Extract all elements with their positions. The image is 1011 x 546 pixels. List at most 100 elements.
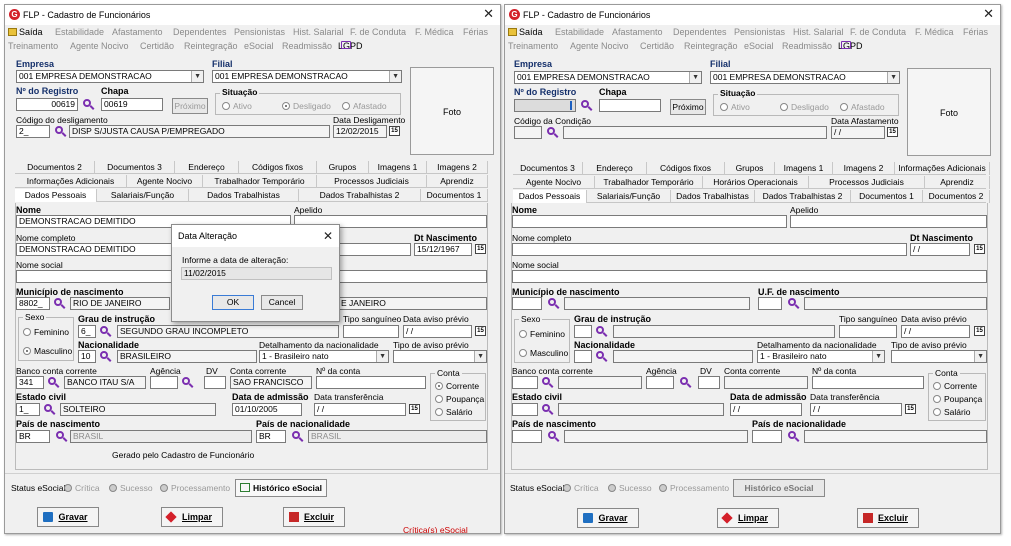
menu-hist-salarial[interactable]: Hist. Salarial — [293, 27, 344, 37]
poupanca-radio[interactable] — [933, 395, 941, 403]
tab-imagens-2[interactable]: Imagens 2 — [833, 162, 895, 175]
salario-radio[interactable] — [435, 408, 443, 416]
search-icon[interactable] — [788, 298, 796, 306]
search-icon[interactable] — [548, 431, 556, 439]
tab-dados-trabalhistas[interactable]: Dados Trabalhistas — [189, 189, 299, 202]
banco-code-input[interactable] — [512, 376, 538, 389]
menu-treinamento[interactable]: Treinamento — [8, 41, 58, 51]
agencia-input[interactable] — [646, 376, 674, 389]
search-icon[interactable] — [100, 326, 108, 334]
historico-esocial-button[interactable]: Histórico eSocial — [235, 479, 327, 497]
menu-agente-nocivo[interactable]: Agente Nocivo — [570, 41, 629, 51]
afastado-radio[interactable] — [342, 102, 350, 110]
search-icon[interactable] — [548, 298, 556, 306]
nr-registro-input[interactable]: 00619 — [16, 98, 78, 111]
processamento-radio[interactable] — [160, 484, 168, 492]
chapa-input[interactable]: 00619 — [101, 98, 163, 111]
menu-ferias[interactable]: Férias — [463, 27, 488, 37]
tab-documentos-3[interactable]: Documentos 3 — [513, 162, 583, 175]
estado-code-input[interactable] — [512, 403, 538, 416]
menu-pensionistas[interactable]: Pensionistas — [234, 27, 285, 37]
tab-documentos-3[interactable]: Documentos 3 — [95, 161, 175, 174]
menu-f-conduta[interactable]: F. de Conduta — [850, 27, 906, 37]
search-icon[interactable] — [182, 377, 190, 385]
criticas-esocial-link[interactable]: Crítica(s) eSocial — [403, 525, 468, 533]
tipo-sanguineo-input[interactable] — [343, 325, 399, 338]
tab-codigos-fixos[interactable]: Códigos fixos — [647, 162, 725, 175]
tab-informacoes-adicionais[interactable]: Informações Adicionais — [895, 162, 990, 175]
tab-salariais-funcao[interactable]: Salariais/Função — [97, 189, 189, 202]
tab-imagens-1[interactable]: Imagens 1 — [775, 162, 833, 175]
nome-social-input[interactable] — [512, 270, 987, 283]
tab-informacoes-adicionais[interactable]: Informações Adicionais — [15, 175, 127, 188]
menu-treinamento[interactable]: Treinamento — [508, 41, 558, 51]
search-icon[interactable] — [542, 404, 550, 412]
calendar-icon[interactable]: 15 — [475, 244, 486, 254]
foto-box[interactable]: Foto — [907, 68, 991, 156]
afastado-radio[interactable] — [840, 103, 848, 111]
pais-nasc-code-input[interactable]: BR — [16, 430, 50, 443]
menu-dependentes[interactable]: Dependentes — [673, 27, 727, 37]
filial-select[interactable]: 001 EMPRESA DEMONSTRACAO ▼ — [212, 70, 402, 83]
data-aviso-input[interactable]: / / — [901, 325, 970, 338]
banco-code-input[interactable]: 341 — [16, 376, 44, 389]
proximo-button[interactable]: Próximo — [670, 99, 706, 115]
sucesso-radio[interactable] — [109, 484, 117, 492]
search-icon[interactable] — [100, 351, 108, 359]
pais-nasc-code-input[interactable] — [512, 430, 542, 443]
menu-reintegracao[interactable]: Reintegração — [684, 41, 738, 51]
empresa-select[interactable]: 001 EMPRESA DEMONSTRACAO ▼ — [514, 71, 702, 84]
corrente-radio[interactable] — [933, 382, 941, 390]
estado-code-input[interactable]: 1_ — [16, 403, 40, 416]
tab-imagens-1[interactable]: Imagens 1 — [369, 161, 427, 174]
menu-afastamento[interactable]: Afastamento — [112, 27, 163, 37]
nr-conta-input[interactable] — [812, 376, 924, 389]
calendar-icon[interactable]: 15 — [974, 326, 985, 336]
search-icon[interactable] — [788, 431, 796, 439]
data-admissao-input[interactable]: 01/10/2005 — [232, 403, 302, 416]
data-desligamento-input[interactable]: 12/02/2015 — [333, 125, 387, 138]
search-icon[interactable] — [596, 351, 604, 359]
tipo-aviso-select[interactable]: ▼ — [891, 350, 987, 363]
tab-dados-trabalhistas[interactable]: Dados Trabalhistas — [671, 190, 755, 203]
agencia-input[interactable] — [150, 376, 178, 389]
limpar-button[interactable]: Limpar — [161, 507, 223, 527]
menu-dependentes[interactable]: Dependentes — [173, 27, 227, 37]
calendar-icon[interactable]: 15 — [475, 326, 486, 336]
tab-salariais-funcao[interactable]: Salariais/Função — [587, 190, 671, 203]
cod-desligamento-input[interactable]: 2_ — [16, 125, 50, 138]
tipo-aviso-select[interactable]: ▼ — [393, 350, 487, 363]
municipio-code-input[interactable]: 8802_ — [16, 297, 50, 310]
search-icon[interactable] — [581, 100, 589, 108]
calendar-icon[interactable]: 15 — [409, 404, 420, 414]
tab-dados-pessoais[interactable]: Dados Pessoais — [513, 190, 587, 203]
data-transferencia-input[interactable]: / / — [810, 403, 902, 416]
masculino-radio[interactable] — [23, 347, 31, 355]
tab-horarios-operacionais[interactable]: Horários Operacionais — [703, 176, 809, 189]
menu-f-medica[interactable]: F. Médica — [915, 27, 954, 37]
close-icon[interactable]: ✕ — [483, 7, 494, 21]
menu-esocial[interactable]: eSocial — [244, 41, 274, 51]
desligado-radio[interactable] — [282, 102, 290, 110]
menu-afastamento[interactable]: Afastamento — [612, 27, 663, 37]
tab-processos-judiciais[interactable]: Processos Judiciais — [317, 175, 427, 188]
tab-trabalhador-temporario[interactable]: Trabalhador Temporário — [203, 175, 317, 188]
menu-readmissao[interactable]: Readmissão — [282, 41, 332, 51]
corrente-radio[interactable] — [435, 382, 443, 390]
tab-agente-nocivo[interactable]: Agente Nocivo — [127, 175, 203, 188]
desligado-radio[interactable] — [780, 103, 788, 111]
tipo-sanguineo-input[interactable] — [839, 325, 897, 338]
search-icon[interactable] — [292, 431, 300, 439]
empresa-select[interactable]: 001 EMPRESA DEMONSTRACAO ▼ — [16, 70, 204, 83]
dv-input[interactable] — [698, 376, 720, 389]
processamento-radio[interactable] — [659, 484, 667, 492]
tab-documentos-2[interactable]: Documentos 2 — [15, 161, 95, 174]
menu-hist-salarial[interactable]: Hist. Salarial — [793, 27, 844, 37]
ativo-radio[interactable] — [222, 102, 230, 110]
foto-box[interactable]: Foto — [410, 67, 494, 155]
tab-grupos[interactable]: Grupos — [317, 161, 369, 174]
apelido-input[interactable] — [790, 215, 987, 228]
tab-trabalhador-temporario[interactable]: Trabalhador Temporário — [595, 176, 703, 189]
menu-f-medica[interactable]: F. Médica — [415, 27, 454, 37]
menu-saida[interactable]: Saída — [8, 27, 43, 37]
